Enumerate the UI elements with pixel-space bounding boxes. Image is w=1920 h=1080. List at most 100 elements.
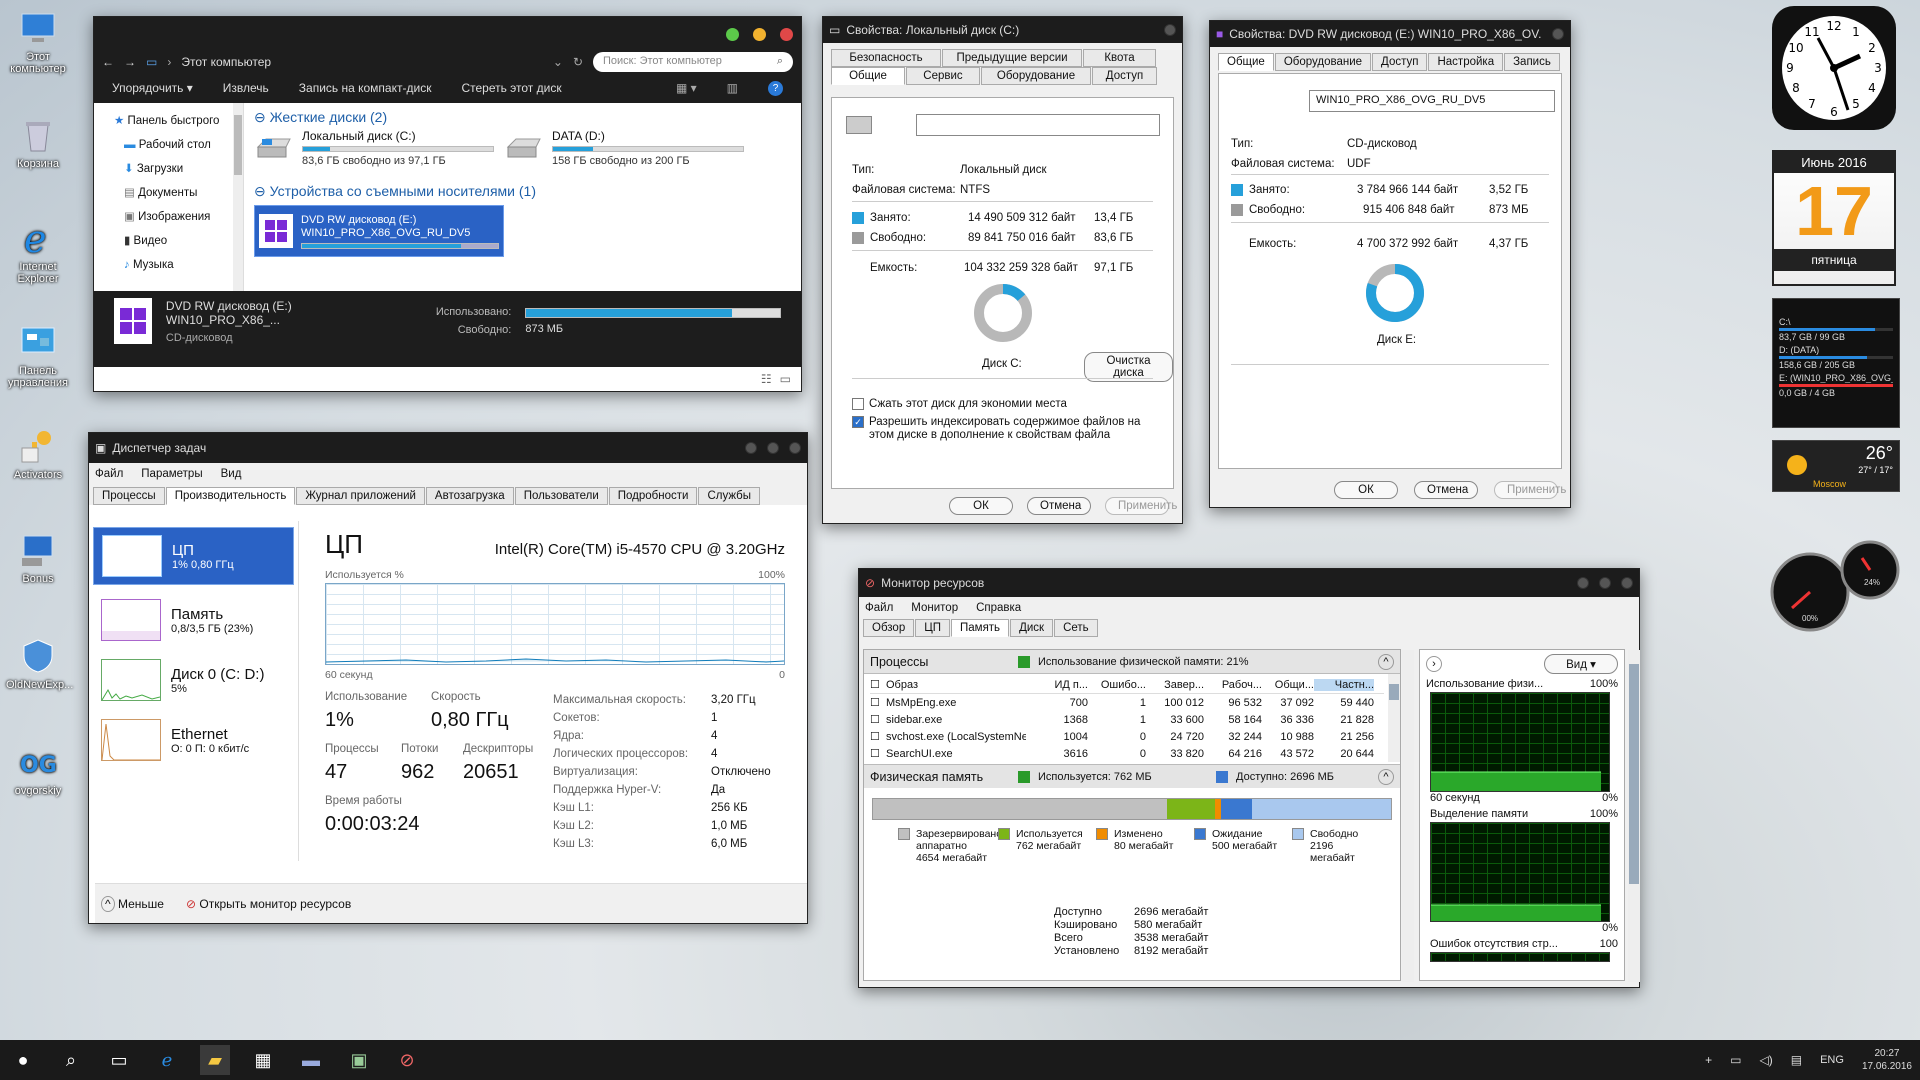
ok-button[interactable]: ОК: [949, 497, 1013, 515]
group-hard-drives[interactable]: ⊖ Жесткие диски (2): [254, 109, 791, 126]
cancel-button[interactable]: Отмена: [1027, 497, 1091, 515]
tab-memory[interactable]: Память: [951, 619, 1010, 637]
physical-memory-section-header[interactable]: Физическая память Используется: 762 МБ Д…: [864, 764, 1400, 788]
processes-scrollbar[interactable]: [1388, 674, 1400, 762]
desktop-icon-recycle-bin[interactable]: Корзина: [6, 115, 70, 170]
apply-button[interactable]: Применить: [1105, 497, 1177, 515]
column-header[interactable]: Общи...: [1262, 679, 1314, 691]
row-checkbox[interactable]: ☐: [870, 730, 886, 743]
processes-section-header[interactable]: Процессы Использование физической памяти…: [864, 650, 1400, 674]
search-icon[interactable]: ⌕: [56, 1045, 86, 1075]
burn-disc-button[interactable]: Запись на компакт-диск: [299, 81, 432, 95]
chevron-down-icon[interactable]: ⌄: [553, 55, 563, 69]
column-header[interactable]: Завер...: [1146, 679, 1204, 691]
clock-gadget[interactable]: 12 1 2 3 4 5 6 7 8 9 10 11: [1772, 6, 1896, 130]
select-all-checkbox[interactable]: ☐: [870, 678, 886, 691]
cpu-meter-gadget[interactable]: 00% 24%: [1768, 540, 1912, 634]
address-path[interactable]: Этот компьютер: [181, 55, 543, 69]
nav-pictures[interactable]: ▣ Изображения: [114, 205, 243, 229]
compress-checkbox[interactable]: [852, 398, 864, 410]
nav-quick-access[interactable]: ★ Панель быстрого: [114, 109, 243, 133]
close-icon[interactable]: [780, 27, 793, 41]
tab-security[interactable]: Безопасность: [831, 49, 941, 67]
resource-monitor-icon[interactable]: ⊘: [392, 1045, 422, 1075]
table-row[interactable]: ☐ MsMpEng.exe 700 1 100 012 96 532 37 092 59 44…: [870, 694, 1384, 711]
desktop-icon-activators[interactable]: Activators: [6, 426, 70, 481]
ok-button[interactable]: ОК: [1334, 481, 1398, 499]
volume-icon[interactable]: ◁): [1760, 1053, 1773, 1067]
tab-quota[interactable]: Квота: [1083, 49, 1156, 67]
search-box[interactable]: Поиск: Этот компьютер ⌕: [593, 52, 793, 72]
column-header[interactable]: ИД п...: [1026, 679, 1088, 691]
minimize-icon[interactable]: [1577, 577, 1589, 589]
tab-services[interactable]: Службы: [698, 487, 761, 505]
table-row[interactable]: ☐ SearchUI.exe 3616 0 33 820 64 216 43 572 20 6…: [870, 745, 1384, 762]
nav-scrollbar[interactable]: [233, 103, 243, 291]
tab-general[interactable]: Общие: [1218, 53, 1274, 71]
tray-plus-icon[interactable]: +: [1705, 1053, 1712, 1067]
task-manager-icon[interactable]: ▣: [344, 1045, 374, 1075]
perf-item-memory[interactable]: Память 0,8/3,5 ГБ (23%): [93, 591, 294, 649]
tab-general[interactable]: Общие: [831, 67, 905, 85]
close-icon[interactable]: [789, 442, 801, 454]
task-view-icon[interactable]: ▭: [104, 1045, 134, 1075]
nav-documents[interactable]: ▤ Документы: [114, 181, 243, 205]
table-row[interactable]: ☐ sidebar.exe 1368 1 33 600 58 164 36 336 21 82…: [870, 711, 1384, 728]
tab-cpu[interactable]: ЦП: [915, 619, 950, 637]
language-indicator[interactable]: ENG: [1820, 1054, 1844, 1066]
desktop-icon-bonus[interactable]: Bonus: [6, 530, 70, 585]
group-removable[interactable]: ⊖ Устройства со съемными носителями (1): [254, 183, 536, 200]
nav-desktop[interactable]: ▬ Рабочий стол: [114, 133, 243, 157]
close-icon[interactable]: [1164, 24, 1176, 36]
close-icon[interactable]: [1552, 28, 1564, 40]
perf-item-ethernet[interactable]: Ethernet О: 0 П: 0 кбит/с: [93, 711, 294, 769]
collapse-icon[interactable]: ^: [1378, 653, 1394, 670]
minimize-icon[interactable]: [726, 27, 739, 41]
tab-details[interactable]: Подробности: [608, 487, 698, 505]
erase-disc-button[interactable]: Стереть этот диск: [461, 81, 561, 95]
preview-pane-icon[interactable]: ▥: [727, 81, 738, 95]
tab-performance[interactable]: Производительность: [165, 487, 296, 505]
menu-file[interactable]: Файл: [95, 468, 123, 480]
maximize-icon[interactable]: [753, 27, 766, 41]
menu-file[interactable]: Файл: [865, 602, 893, 614]
desktop-icon-oldnewexplorer[interactable]: OldNewExp...: [6, 636, 73, 691]
desktop-icon-ie[interactable]: e Internet Explorer: [6, 217, 70, 285]
drive-properties-icon[interactable]: ▬: [296, 1045, 326, 1075]
network-icon[interactable]: ▭: [1730, 1053, 1741, 1067]
menu-options[interactable]: Параметры: [141, 468, 202, 480]
tab-sharing[interactable]: Доступ: [1092, 67, 1157, 85]
column-header[interactable]: Рабоч...: [1204, 679, 1262, 691]
view-button[interactable]: Вид ▾: [1544, 654, 1618, 674]
eject-button[interactable]: Извлечь: [223, 81, 269, 95]
drive-label-input[interactable]: [916, 114, 1160, 136]
forward-arrow-icon[interactable]: →: [124, 55, 136, 69]
collapse-icon[interactable]: ^: [1378, 768, 1394, 785]
start-apple-icon[interactable]: ●: [8, 1045, 38, 1075]
desktop-icon-ovgorskiy[interactable]: OG ovgorskiy: [6, 742, 70, 797]
refresh-icon[interactable]: ↻: [573, 55, 583, 69]
fewer-details-link[interactable]: ^ Меньше: [101, 895, 164, 912]
maximize-icon[interactable]: [1599, 577, 1611, 589]
close-icon[interactable]: [1621, 577, 1633, 589]
drives-gadget[interactable]: C:\ 83,7 GB / 99 GB D: (DATA) 158,6 GB / 2…: [1772, 298, 1900, 428]
edge-icon[interactable]: e: [152, 1045, 182, 1075]
tab-users[interactable]: Пользователи: [514, 487, 608, 505]
help-icon[interactable]: ?: [768, 80, 783, 96]
store-icon[interactable]: ▦: [248, 1045, 278, 1075]
nav-downloads[interactable]: ⬇ Загрузки: [114, 157, 243, 181]
menu-view[interactable]: Вид: [221, 468, 242, 480]
dvd-drive-tile[interactable]: DVD RW дисковод (E:) WIN10_PRO_X86_OVG_RU…: [254, 205, 504, 257]
index-checkbox[interactable]: ✓: [852, 416, 864, 428]
tab-recording[interactable]: Запись: [1504, 53, 1560, 71]
weather-gadget[interactable]: 26° 27° / 17° Moscow: [1772, 440, 1900, 492]
open-resource-monitor-link[interactable]: ⊘ Открыть монитор ресурсов: [186, 897, 351, 911]
nav-videos[interactable]: ▮ Видео: [114, 229, 243, 253]
menu-help[interactable]: Справка: [976, 602, 1021, 614]
table-row[interactable]: ☐ svchost.exe (LocalSystemNet... 1004 0 24 7…: [870, 728, 1384, 745]
drive-c-tile[interactable]: Локальный диск (C:) 83,6 ГБ свободно из …: [254, 129, 494, 167]
tab-network[interactable]: Сеть: [1054, 619, 1098, 637]
desktop-icon-control-panel[interactable]: Панель управления: [6, 322, 70, 389]
notifications-icon[interactable]: ▤: [1791, 1053, 1802, 1067]
tab-sharing[interactable]: Доступ: [1372, 53, 1428, 71]
